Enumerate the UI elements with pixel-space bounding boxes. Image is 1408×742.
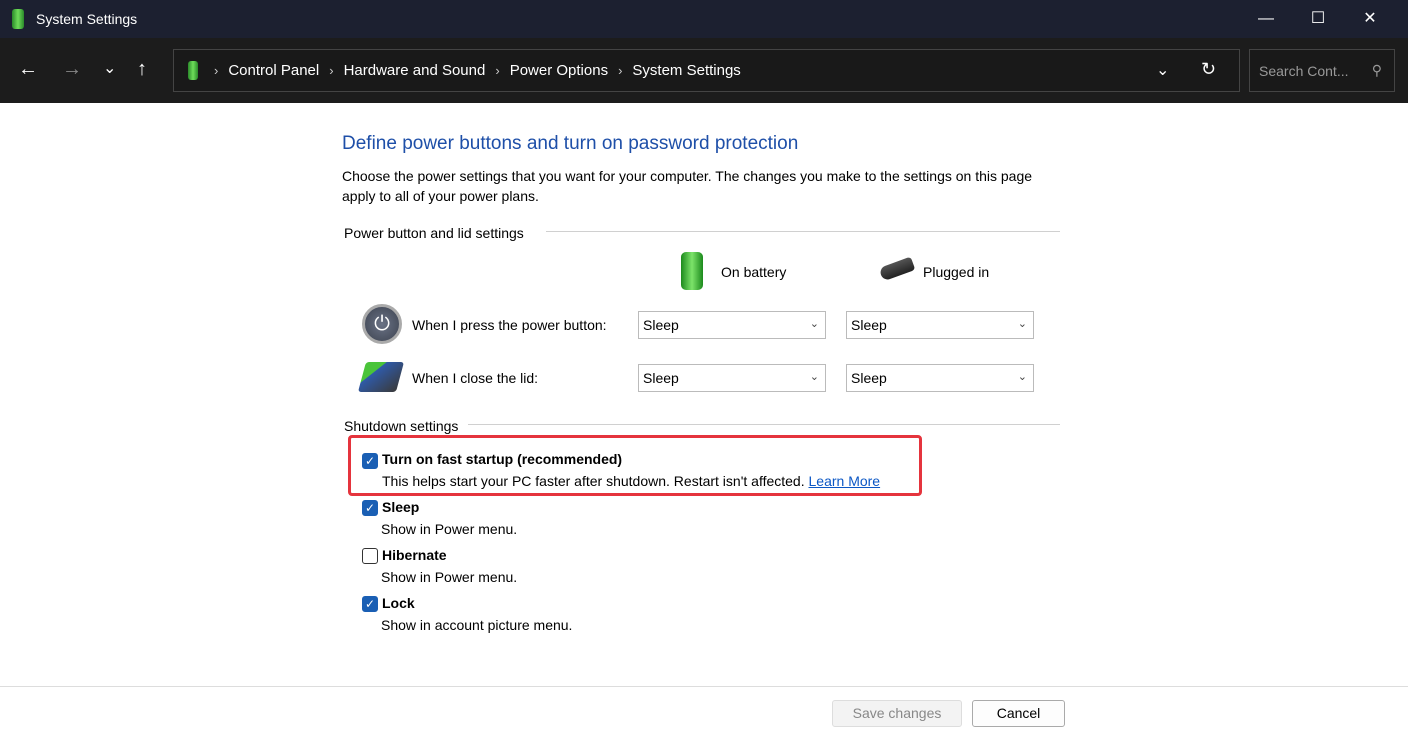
fast-startup-label[interactable]: Turn on fast startup (recommended) — [382, 451, 622, 467]
navigation-bar: ← → ⌄ ↑ › Control Panel › Hardware and Sou… — [0, 38, 1408, 103]
chevron-down-icon: ⌄ — [1017, 318, 1027, 330]
sleep-description: Show in Power menu. — [381, 521, 518, 537]
cancel-button[interactable]: Cancel — [972, 700, 1065, 727]
page-description: Choose the power settings that you want … — [342, 168, 1033, 204]
up-button[interactable]: ↑ — [137, 58, 147, 81]
power-button-icon: ⏻ — [362, 304, 402, 344]
footer-divider — [0, 686, 1408, 687]
close-button[interactable]: ✕ — [1344, 0, 1396, 38]
power-options-icon — [188, 61, 198, 80]
divider — [468, 424, 1060, 425]
shutdown-group-label: Shutdown settings — [344, 418, 459, 434]
breadcrumb-system-settings[interactable]: System Settings — [632, 62, 740, 79]
hibernate-description: Show in Power menu. — [381, 569, 518, 585]
on-battery-header: On battery — [721, 264, 787, 280]
save-changes-button[interactable]: Save changes — [832, 700, 962, 727]
lock-checkbox[interactable]: ✓ — [362, 596, 378, 612]
plug-icon — [878, 256, 916, 282]
power-button-label: When I press the power button: — [412, 317, 607, 333]
lock-description: Show in account picture menu. — [381, 617, 573, 633]
fast-startup-checkbox[interactable]: ✓ — [362, 453, 378, 469]
hibernate-label[interactable]: Hibernate — [382, 547, 447, 563]
close-lid-label: When I close the lid: — [412, 370, 539, 386]
power-button-battery-select[interactable]: Sleep ⌄ — [638, 311, 826, 339]
power-button-plugged-select[interactable]: Sleep ⌄ — [846, 311, 1034, 339]
address-dropdown-icon[interactable]: ⌄ — [1156, 60, 1169, 80]
minimize-button[interactable]: — — [1240, 0, 1292, 38]
power-group-label: Power button and lid settings — [344, 225, 524, 241]
refresh-icon[interactable]: ↻ — [1201, 59, 1216, 80]
breadcrumb-hardware-and-sound[interactable]: Hardware and Sound — [344, 62, 486, 79]
power-options-icon — [12, 9, 24, 29]
forward-button[interactable]: → — [62, 58, 82, 81]
battery-icon — [681, 252, 703, 290]
search-icon: ⚲ — [1371, 62, 1382, 78]
fast-startup-description: This helps start your PC faster after sh… — [382, 473, 881, 489]
page-title: Define power buttons and turn on passwor… — [342, 133, 799, 154]
search-input[interactable]: Search Cont... ⚲ — [1249, 49, 1395, 92]
breadcrumb: › Control Panel › Hardware and Sound › Powe… — [214, 62, 741, 79]
breadcrumb-control-panel[interactable]: Control Panel — [228, 62, 319, 79]
laptop-lid-icon — [357, 362, 405, 392]
sleep-label[interactable]: Sleep — [382, 499, 419, 515]
hibernate-checkbox[interactable] — [362, 548, 378, 564]
chevron-down-icon: ⌄ — [1017, 371, 1027, 383]
title-bar: System Settings — ☐ ✕ — [0, 0, 1408, 38]
lid-battery-select[interactable]: Sleep ⌄ — [638, 364, 826, 392]
plugged-in-header: Plugged in — [923, 264, 990, 280]
address-bar[interactable]: › Control Panel › Hardware and Sound › Powe… — [173, 49, 1240, 92]
learn-more-link[interactable]: Learn More — [809, 473, 881, 489]
maximize-button[interactable]: ☐ — [1292, 0, 1344, 38]
recent-locations-button[interactable]: ⌄ — [103, 58, 116, 78]
lock-label[interactable]: Lock — [382, 595, 415, 611]
sleep-checkbox[interactable]: ✓ — [362, 500, 378, 516]
chevron-down-icon: ⌄ — [809, 371, 819, 383]
divider — [546, 231, 1060, 232]
breadcrumb-power-options[interactable]: Power Options — [510, 62, 608, 79]
lid-plugged-select[interactable]: Sleep ⌄ — [846, 364, 1034, 392]
back-button[interactable]: ← — [18, 58, 38, 81]
chevron-down-icon: ⌄ — [809, 318, 819, 330]
window-title: System Settings — [36, 11, 138, 27]
